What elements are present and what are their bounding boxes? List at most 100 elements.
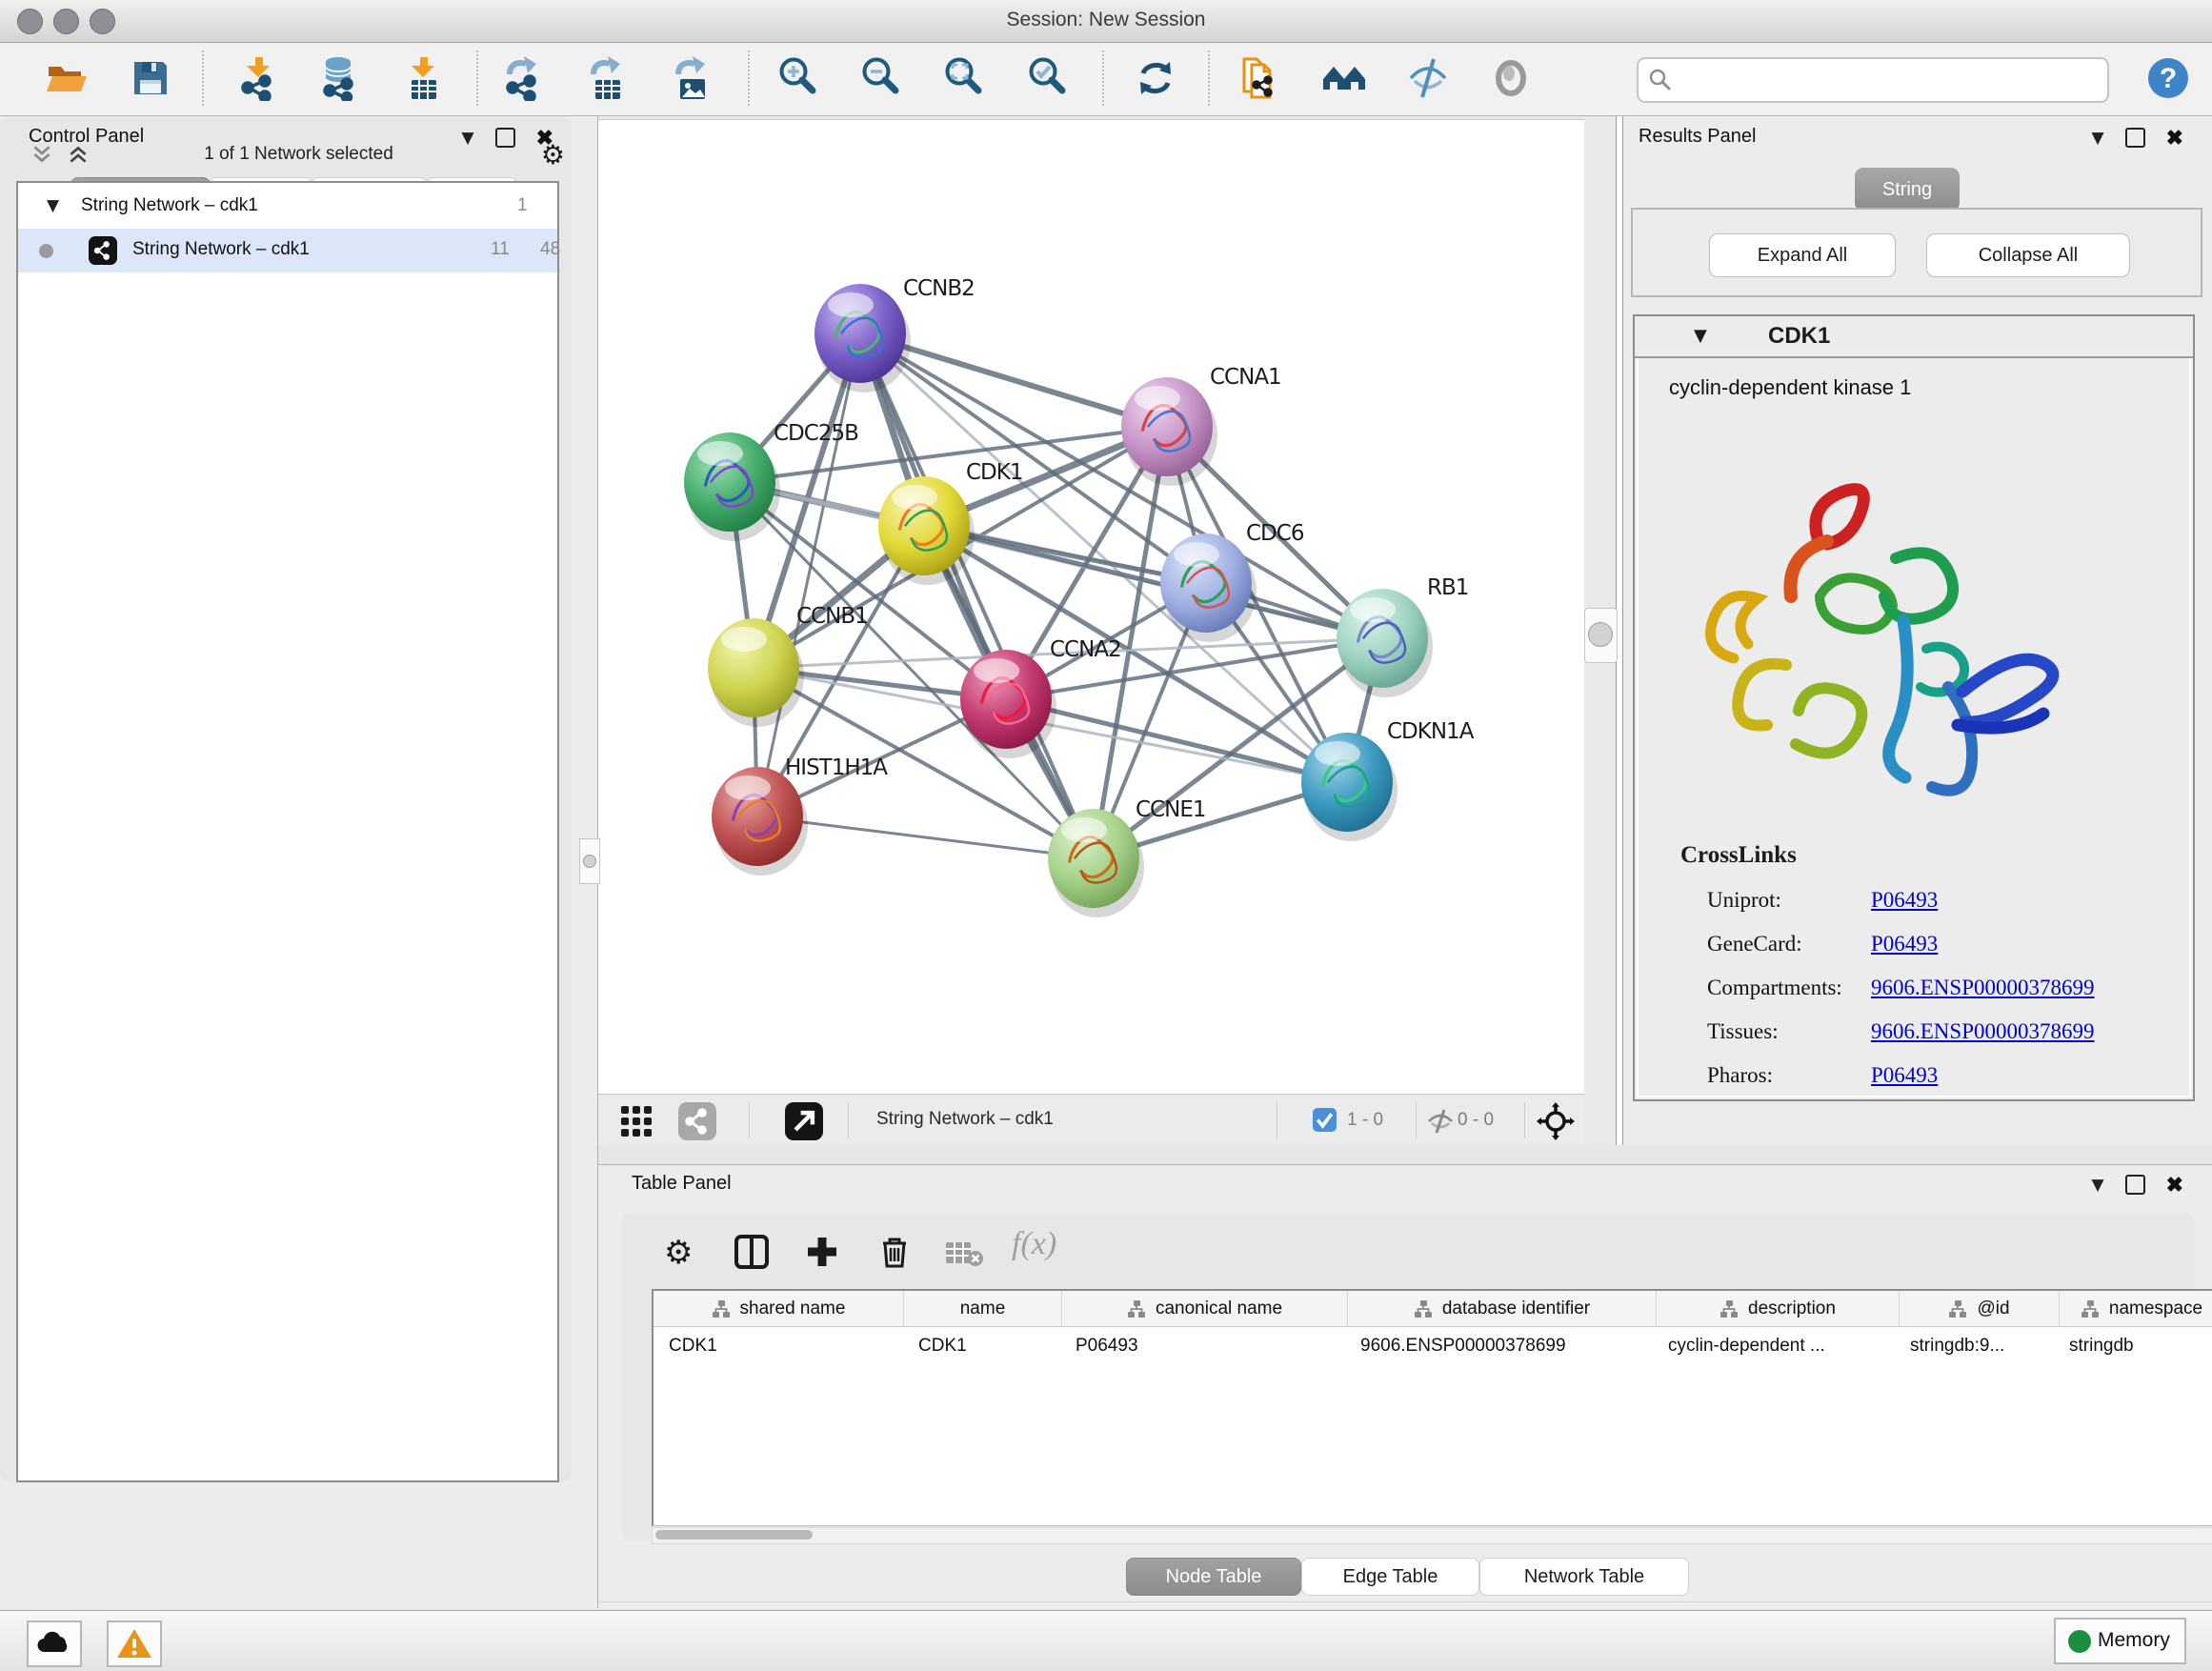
open-session-icon[interactable] [44,55,90,101]
column-header-shared-name[interactable]: shared name [654,1291,904,1326]
toolbar-separator [748,50,750,106]
table-header-row: shared namenamecanonical namedatabase id… [654,1291,2212,1327]
zoom-fit-icon[interactable] [941,55,987,101]
crosslink-link[interactable]: 9606.ENSP00000378699 [1871,1019,2095,1044]
column-header-label: @id [1977,1299,2009,1319]
grid-view-icon[interactable] [619,1104,654,1138]
network-node-CDKN1A[interactable]: CDKN1A [1301,719,1475,841]
hidden-count: 0 - 0 [1458,1110,1494,1131]
table-cell[interactable]: stringdb [2054,1327,2212,1365]
node-label-CDKN1A: CDKN1A [1387,719,1475,744]
column-header-namespace[interactable]: namespace [2060,1291,2212,1326]
column-header-@id[interactable]: @id [1900,1291,2060,1326]
close-panel-icon[interactable]: ✖ [2166,130,2183,146]
network-tree: ▼ String Network – cdk1 1 String Network… [16,181,559,1482]
eye-slash-icon[interactable] [1405,55,1451,101]
search-field [1637,57,2109,103]
splitter-handle[interactable] [579,838,600,884]
expander-triangle-icon[interactable]: ▼ [1694,326,1707,346]
table-row[interactable]: CDK1CDK1P064939606.ENSP00000378699cyclin… [654,1327,2212,1365]
shared-column-icon [1127,1299,1146,1319]
cloud-button[interactable] [27,1621,82,1667]
network-node-CCNE1[interactable]: CCNE1 [1048,797,1206,917]
network-node-HIST1H1A[interactable]: HIST1H1A [712,755,888,876]
open-in-new-window-icon[interactable] [785,1102,823,1140]
crosslink-row: Tissues: 9606.ENSP00000378699 [1707,1019,2183,1048]
selected-checkbox[interactable] [1313,1108,1337,1132]
cdk1-section-header[interactable]: ▼ CDK1 [1635,316,2193,358]
crosshair-icon[interactable] [1537,1102,1575,1140]
float-menu-icon[interactable]: ▼ [2091,1176,2103,1195]
results-panel: Results Panel ▼ ✖ String Expand All Coll… [1623,116,2212,1145]
network-options-gear-icon[interactable]: ⚙ [541,139,565,171]
export-image-icon[interactable] [669,55,714,101]
table-toolbar: ⚙ f(x) shared namenamecanonical namedata… [621,1213,2195,1540]
crosslink-link[interactable]: P06493 [1871,1063,1938,1088]
tab-edge-table[interactable]: Edge Table [1301,1558,1479,1596]
tab-string[interactable]: String [1855,168,1960,211]
node-label-CDK1: CDK1 [966,460,1023,485]
column-header-database-identifier[interactable]: database identifier [1348,1291,1657,1326]
network-view[interactable]: CCNB2CCNA1CDC25BCDK1CDC6RB1CCNB1CCNA2CDK… [598,119,1584,1146]
add-column-icon[interactable] [804,1234,840,1270]
crosslink-link[interactable]: P06493 [1871,888,1938,913]
delete-column-trash-icon[interactable] [876,1234,913,1270]
memory-button[interactable]: Memory [2054,1618,2186,1664]
table-cell[interactable]: cyclin-dependent ... [1653,1327,1895,1365]
window-title: Session: New Session [0,9,2212,31]
zoom-in-icon[interactable] [775,55,821,101]
eye-icon[interactable] [1488,55,1534,101]
column-header-name[interactable]: name [904,1291,1062,1326]
apply-layout-refresh-icon[interactable] [1133,55,1178,101]
float-window-icon[interactable] [2125,1175,2145,1195]
node-label-CCNB2: CCNB2 [903,276,975,301]
import-table-icon[interactable] [400,55,446,101]
status-bar: Memory [0,1610,2212,1671]
table-settings-gear-icon[interactable]: ⚙ [664,1234,693,1272]
export-network-icon[interactable] [500,55,546,101]
tab-network-table[interactable]: Network Table [1479,1558,1689,1596]
column-header-canonical-name[interactable]: canonical name [1062,1291,1348,1326]
close-panel-icon[interactable]: ✖ [2166,1177,2183,1193]
column-header-description[interactable]: description [1657,1291,1900,1326]
warning-button[interactable] [107,1621,162,1667]
table-cell[interactable]: CDK1 [654,1327,903,1365]
tab-node-table[interactable]: Node Table [1126,1558,1301,1596]
search-input[interactable] [1680,61,2094,95]
table-cell[interactable]: stringdb:9... [1895,1327,2054,1365]
expander-triangle-icon[interactable]: ▼ [47,196,59,215]
float-menu-icon[interactable]: ▼ [2091,129,2103,148]
splitter-handle[interactable] [1584,608,1618,663]
import-network-file-icon[interactable] [235,55,281,101]
collapse-all-button[interactable]: Collapse All [1926,233,2130,277]
scrollbar-thumb[interactable] [655,1530,813,1540]
table-cell[interactable]: CDK1 [903,1327,1060,1365]
export-table-icon[interactable] [584,55,630,101]
network-node-RB1[interactable]: RB1 [1337,575,1468,697]
network-node-CCNA1[interactable]: CCNA1 [1121,365,1281,486]
crosslink-link[interactable]: P06493 [1871,932,1938,956]
select-columns-icon[interactable] [734,1234,770,1270]
table-cell[interactable]: 9606.ENSP00000378699 [1345,1327,1653,1365]
network-node-CCNB2[interactable]: CCNB2 [814,276,975,393]
horizontal-scrollbar [652,1527,2212,1544]
zoom-out-icon[interactable] [858,55,904,101]
hidden-eye-slash-icon[interactable] [1425,1106,1456,1137]
import-network-database-icon[interactable] [315,55,361,101]
help-icon[interactable]: ? [2145,55,2191,101]
crosslink-label: Tissues: [1707,1019,1779,1044]
table-cell[interactable]: P06493 [1060,1327,1345,1365]
home-icon[interactable] [1321,55,1367,101]
zoom-selected-icon[interactable] [1025,55,1071,101]
expand-all-button[interactable]: Expand All [1709,233,1896,277]
float-window-icon[interactable] [2125,128,2145,148]
save-session-icon[interactable] [128,55,173,101]
toolbar-separator [1416,1102,1417,1138]
memory-status-icon [2068,1630,2091,1653]
network-overview-icon[interactable] [678,1102,716,1140]
string-document-icon[interactable] [1237,55,1282,101]
network-collection-row[interactable]: ▼ String Network – cdk1 1 [18,185,557,229]
network-row[interactable]: String Network – cdk1 11 48 [18,229,557,272]
network-graph[interactable]: CCNB2CCNA1CDC25BCDK1CDC6RB1CCNB1CCNA2CDK… [598,120,1584,1094]
crosslink-link[interactable]: 9606.ENSP00000378699 [1871,976,2095,1000]
